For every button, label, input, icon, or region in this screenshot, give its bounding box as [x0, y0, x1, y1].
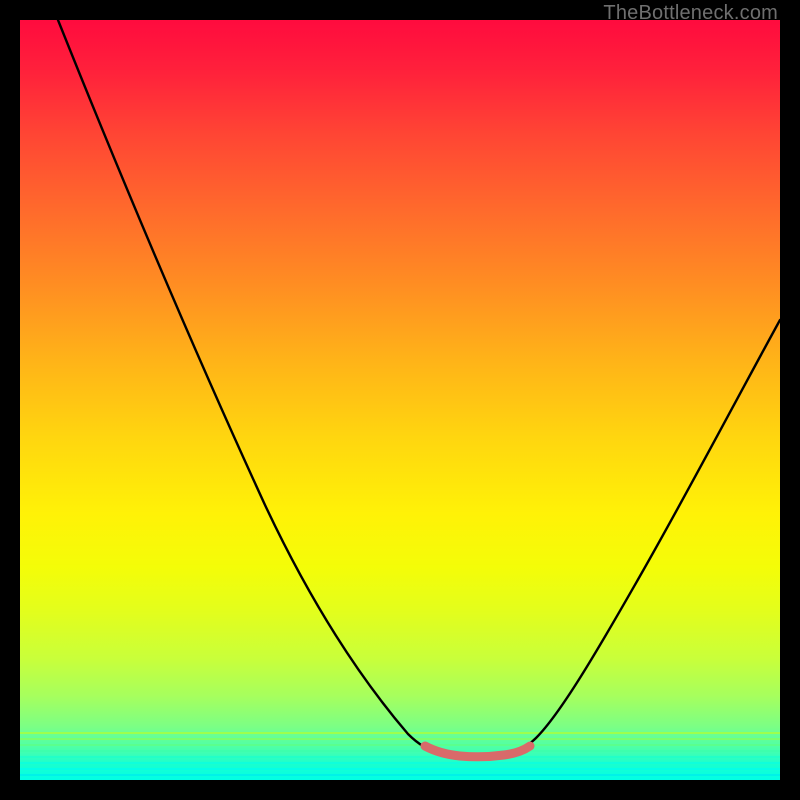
plot-area — [20, 20, 780, 780]
curve-layer — [20, 20, 780, 780]
watermark-text: TheBottleneck.com — [603, 2, 778, 25]
bottleneck-curve — [58, 20, 780, 756]
chart-frame: TheBottleneck.com — [0, 0, 800, 800]
bottom-highlight — [425, 746, 530, 757]
